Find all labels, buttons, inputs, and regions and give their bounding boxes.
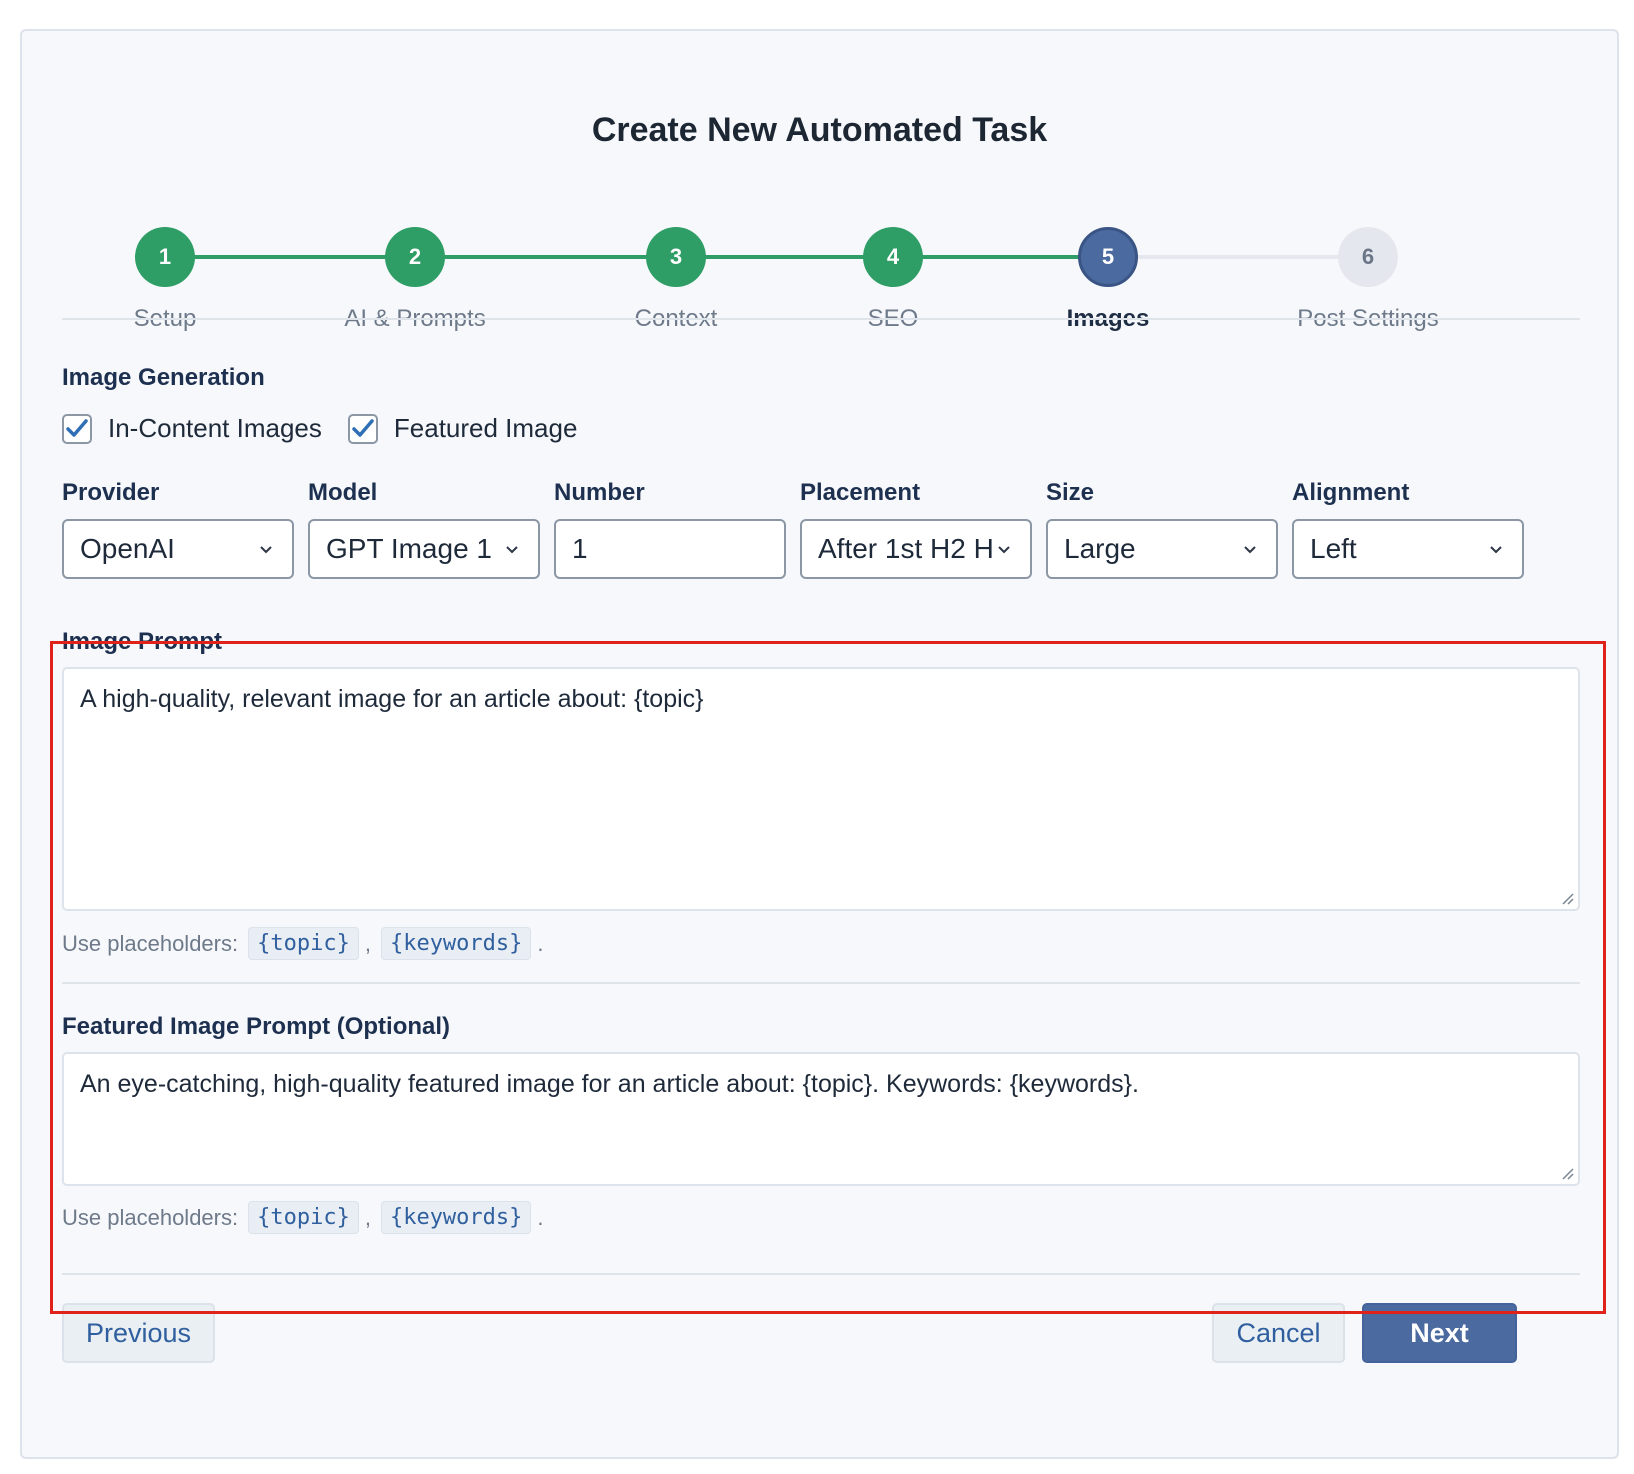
stepper-divider xyxy=(62,318,1580,320)
provider-field: Provider OpenAI xyxy=(62,479,296,579)
in-content-images-label[interactable]: In-Content Images xyxy=(108,413,322,444)
featured-image-label[interactable]: Featured Image xyxy=(394,413,578,444)
stepper: 1 2 3 4 5 6 Setup AI & Prompts Context S… xyxy=(22,196,1617,356)
image-prompt-hint: Use placeholders: {topic} , {keywords} . xyxy=(62,927,544,960)
in-content-images-checkbox[interactable] xyxy=(62,413,92,444)
size-label: Size xyxy=(1046,479,1095,506)
number-label: Number xyxy=(554,479,645,506)
step-6-circle[interactable]: 6 xyxy=(1338,227,1398,287)
chevron-down-icon xyxy=(1490,546,1502,554)
placeholder-topic-code: {topic} xyxy=(248,927,359,960)
image-prompt-value: A high-quality, relevant image for an ar… xyxy=(80,685,704,713)
featured-prompt-value: An eye-catching, high-quality featured i… xyxy=(80,1070,1139,1098)
alignment-field: Alignment Left xyxy=(1292,479,1526,579)
placement-select[interactable]: After 1st H2 H xyxy=(800,519,1032,579)
resize-handle-icon[interactable] xyxy=(1560,1166,1574,1180)
chevron-down-icon xyxy=(260,546,272,554)
step-4-circle[interactable]: 4 xyxy=(863,227,923,287)
alignment-select[interactable]: Left xyxy=(1292,519,1524,579)
model-label: Model xyxy=(308,479,378,506)
next-button[interactable]: Next xyxy=(1362,1303,1517,1363)
image-prompt-label: Image Prompt xyxy=(62,628,223,655)
size-select[interactable]: Large xyxy=(1046,519,1278,579)
number-input[interactable]: 1 xyxy=(554,519,786,579)
checkmark-icon xyxy=(66,418,88,437)
step-connector-completed xyxy=(165,255,1110,259)
number-field: Number 1 xyxy=(554,479,788,579)
hint-separator: , xyxy=(364,930,371,956)
chevron-down-icon xyxy=(996,541,1012,557)
hint-suffix: . xyxy=(537,1204,544,1230)
step-1-circle[interactable]: 1 xyxy=(135,227,195,287)
previous-button[interactable]: Previous xyxy=(62,1303,215,1363)
image-generation-heading: Image Generation xyxy=(62,364,265,391)
placeholder-keywords-code: {keywords} xyxy=(380,1201,532,1234)
step-3-circle[interactable]: 3 xyxy=(646,227,706,287)
alignment-value: Left xyxy=(1310,533,1357,564)
image-prompt-textarea[interactable]: A high-quality, relevant image for an ar… xyxy=(62,667,1580,911)
page-title: Create New Automated Task xyxy=(591,111,1048,149)
step-5-circle[interactable]: 5 xyxy=(1078,227,1138,287)
checkmark-icon xyxy=(352,418,374,437)
cancel-button[interactable]: Cancel xyxy=(1212,1303,1345,1363)
hint-separator: , xyxy=(364,1204,371,1230)
prompt-divider xyxy=(62,982,1580,984)
model-field: Model GPT Image 1 xyxy=(308,479,542,579)
size-value: Large xyxy=(1064,533,1136,564)
hint-suffix: . xyxy=(537,930,544,956)
resize-handle-icon[interactable] xyxy=(1560,891,1574,905)
footer-divider xyxy=(62,1273,1580,1275)
placement-value: After 1st H2 H xyxy=(818,533,994,564)
hint-prefix: Use placeholders: xyxy=(62,1204,239,1230)
step-2-circle[interactable]: 2 xyxy=(385,227,445,287)
featured-prompt-hint: Use placeholders: {topic} , {keywords} . xyxy=(62,1201,544,1234)
placement-label: Placement xyxy=(800,479,921,506)
placeholder-keywords-code: {keywords} xyxy=(380,927,532,960)
placement-field: Placement After 1st H2 H xyxy=(800,479,1034,579)
featured-prompt-label: Featured Image Prompt (Optional) xyxy=(62,1013,451,1040)
provider-select[interactable]: OpenAI xyxy=(62,519,294,579)
chevron-down-icon xyxy=(506,546,518,554)
featured-image-checkbox[interactable] xyxy=(347,413,378,444)
size-field: Size Large xyxy=(1046,479,1280,579)
provider-value: OpenAI xyxy=(80,533,175,564)
task-wizard-card: Create New Automated Task 1 2 3 4 5 6 Se… xyxy=(20,29,1619,1459)
model-value: GPT Image 1 xyxy=(326,533,493,564)
provider-label: Provider xyxy=(62,479,160,506)
featured-prompt-textarea[interactable]: An eye-catching, high-quality featured i… xyxy=(62,1052,1580,1186)
placeholder-topic-code: {topic} xyxy=(248,1201,359,1234)
hint-prefix: Use placeholders: xyxy=(62,930,239,956)
number-value: 1 xyxy=(572,533,588,564)
alignment-label: Alignment xyxy=(1292,479,1410,506)
chevron-down-icon xyxy=(1244,546,1256,554)
model-select[interactable]: GPT Image 1 xyxy=(308,519,540,579)
image-generation-options: In-Content Images Featured Image xyxy=(62,413,603,444)
